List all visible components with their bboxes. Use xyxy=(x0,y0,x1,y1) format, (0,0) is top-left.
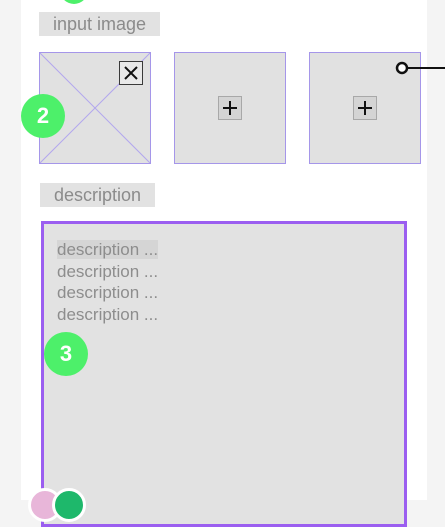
close-icon xyxy=(124,66,138,80)
add-image-button[interactable] xyxy=(218,96,242,120)
plus-icon xyxy=(223,101,237,115)
step-badge-2: 2 xyxy=(21,94,65,138)
description-line: description ... xyxy=(57,304,159,324)
input-image-label: input image xyxy=(39,12,161,36)
add-image-button[interactable] xyxy=(353,96,377,120)
plus-icon xyxy=(358,101,372,115)
description-line: description ... xyxy=(57,240,159,259)
step-badge-3: 3 xyxy=(44,332,88,376)
description-placeholder: description ... description ... descript… xyxy=(57,239,159,325)
description-textarea[interactable]: description ... description ... descript… xyxy=(41,221,407,527)
connector-line xyxy=(395,61,445,75)
description-line: description ... xyxy=(57,283,159,302)
remove-image-button[interactable] xyxy=(119,61,143,85)
description-label: description xyxy=(40,183,156,207)
image-slot-2[interactable] xyxy=(174,52,286,164)
avatar xyxy=(52,488,86,522)
avatar-group xyxy=(28,488,94,522)
description-line: description ... xyxy=(57,261,159,281)
